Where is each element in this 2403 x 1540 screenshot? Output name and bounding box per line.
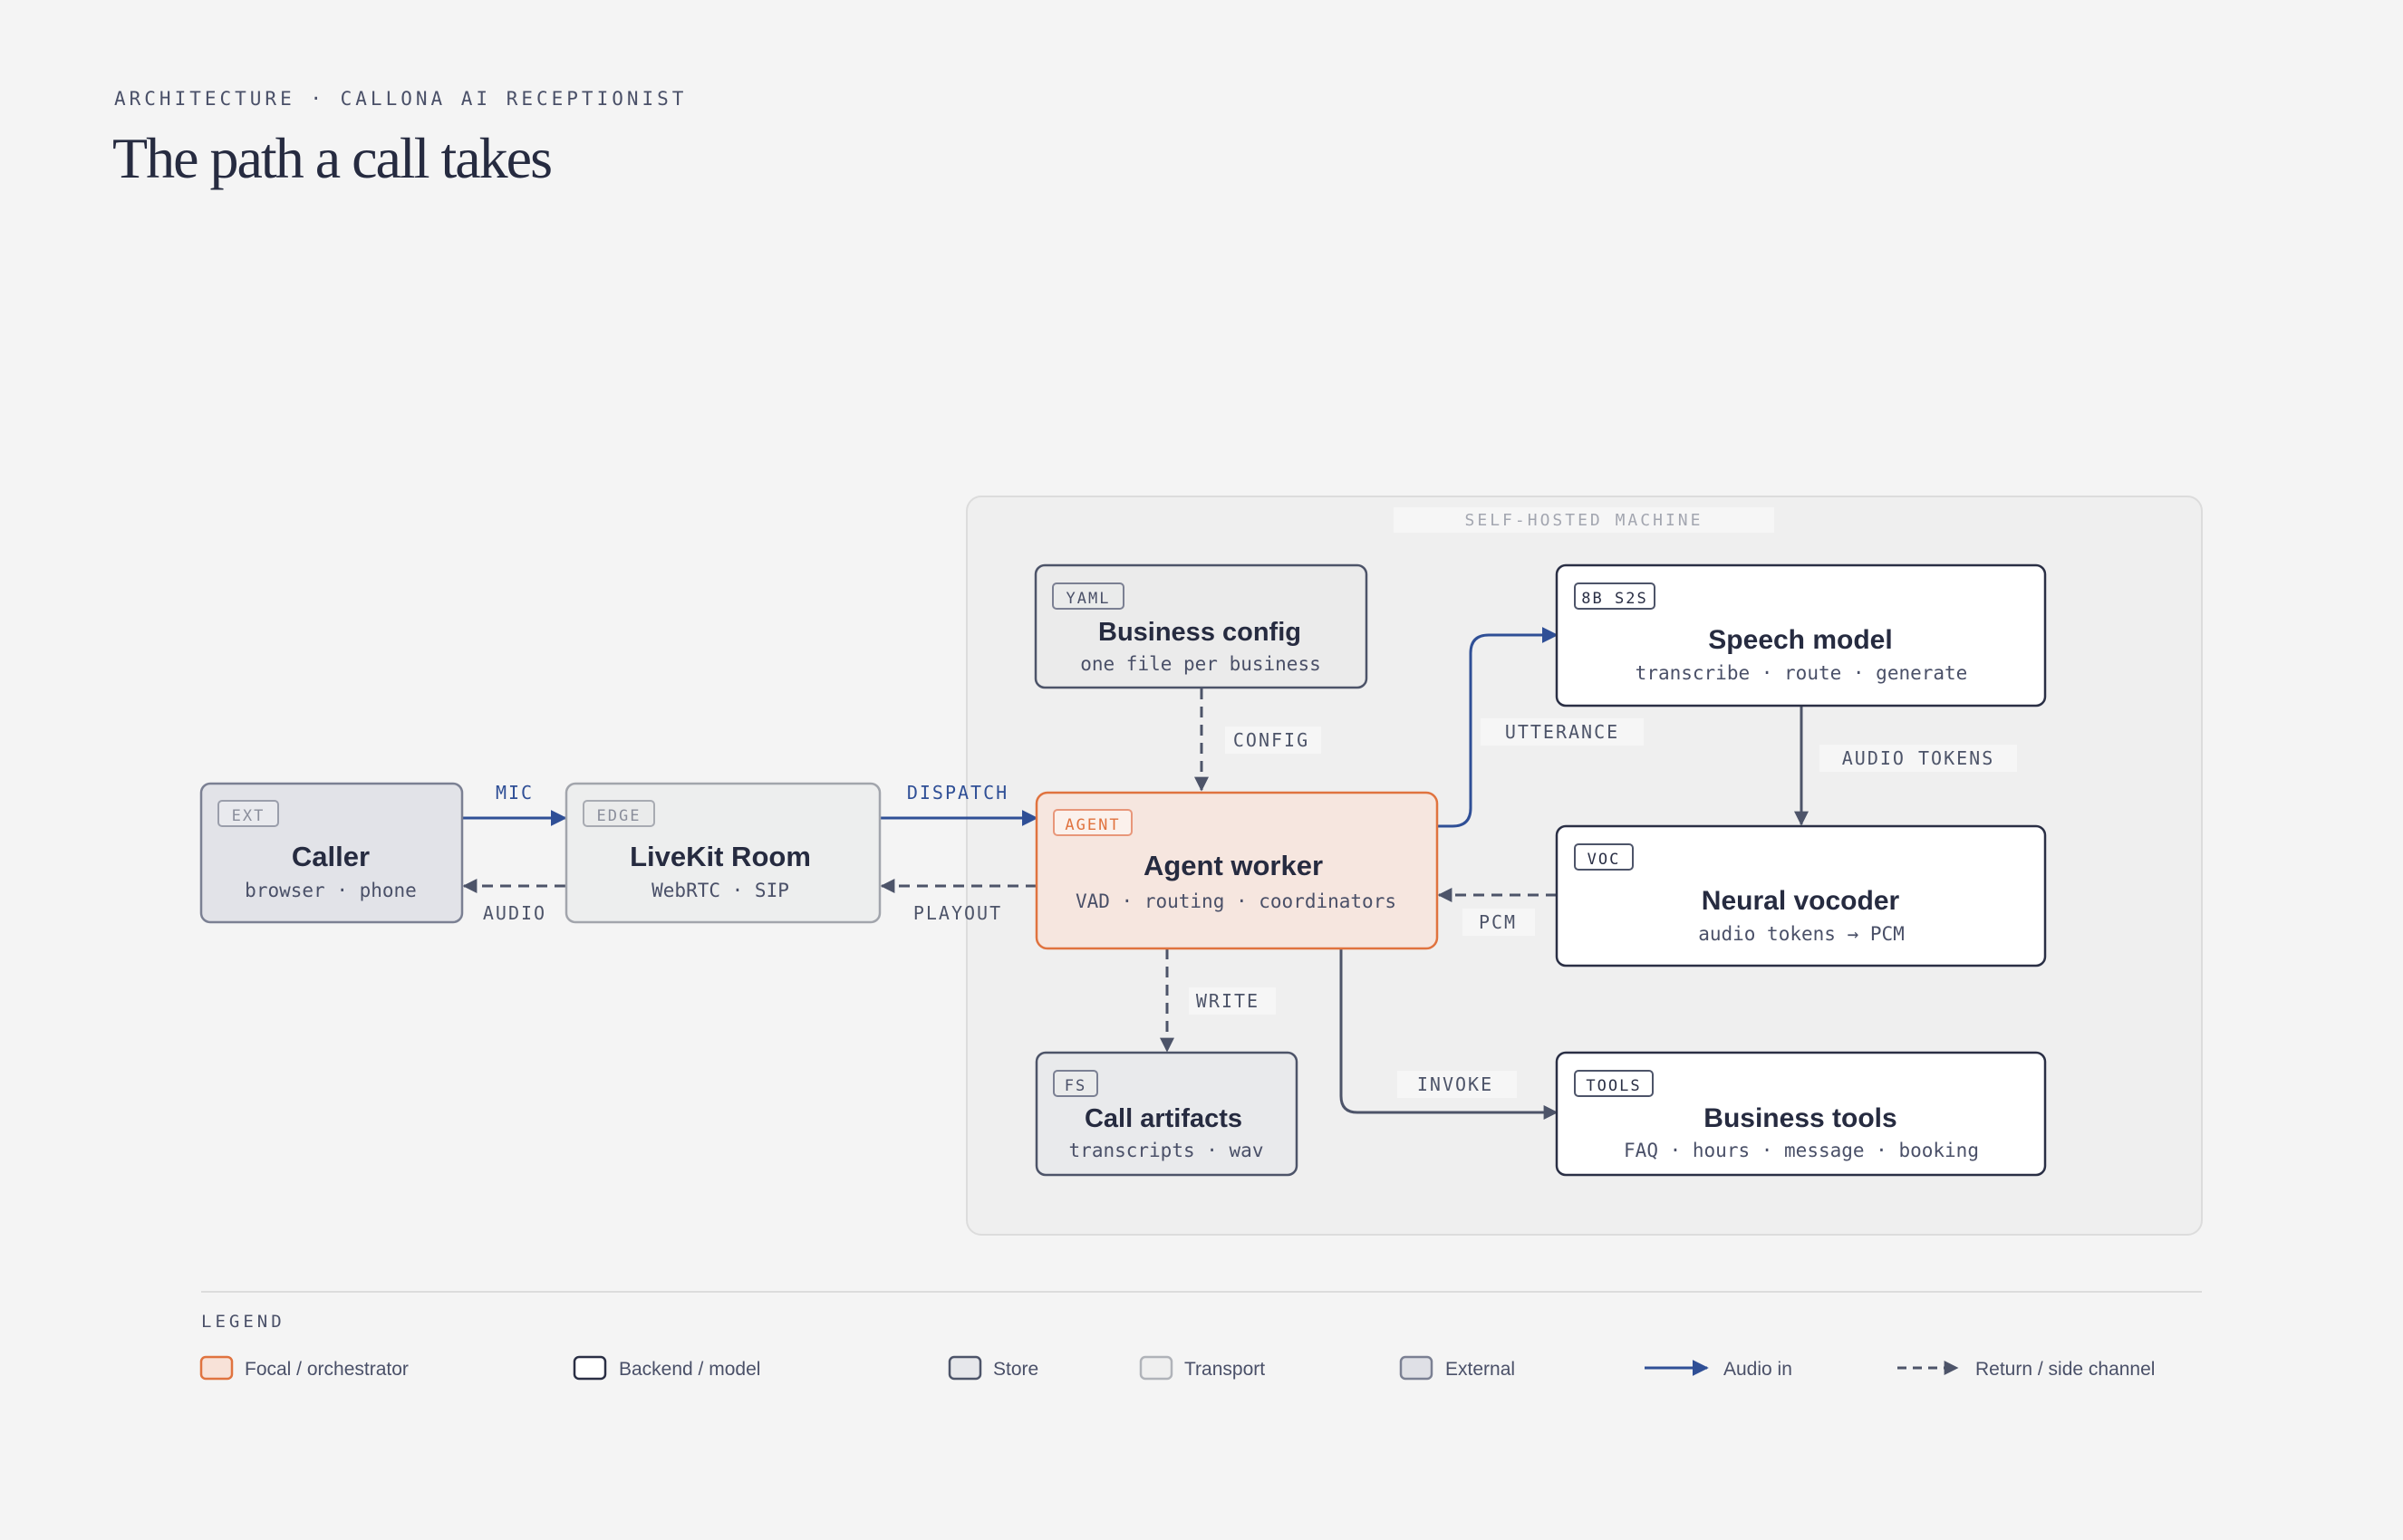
- node-artifacts-title: Call artifacts: [1085, 1104, 1242, 1133]
- node-agent-tag: AGENT: [1065, 816, 1120, 834]
- edge-label-audio-tokens: AUDIO TOKENS: [1842, 747, 1995, 769]
- node-caller-title: Caller: [292, 841, 370, 872]
- edge-label-invoke: INVOKE: [1417, 1073, 1493, 1095]
- node-vocoder-tag: VOC: [1588, 851, 1621, 869]
- node-vocoder-title: Neural vocoder: [1702, 886, 1900, 916]
- node-caller[interactable]: EXT Caller browser · phone: [199, 782, 464, 924]
- node-speech-model[interactable]: 8B S2S Speech model transcribe · route ·…: [1555, 563, 2047, 707]
- legend-label-external: External: [1445, 1359, 1515, 1380]
- legend-item-external: External: [1399, 1355, 1515, 1381]
- node-business-tools[interactable]: TOOLS Business tools FAQ · hours · messa…: [1555, 1051, 2047, 1177]
- legend-swatch-focal: [199, 1355, 234, 1381]
- edge-label-config: CONFIG: [1233, 729, 1309, 751]
- node-agent-worker[interactable]: AGENT Agent worker VAD · routing · coord…: [1035, 791, 1439, 950]
- legend-label-transport: Transport: [1184, 1359, 1265, 1380]
- node-vocoder-subtitle: audio tokens → PCM: [1698, 923, 1905, 945]
- legend-title: LEGEND: [201, 1312, 285, 1332]
- architecture-diagram: ARCHITECTURE · CALLONA AI RECEPTIONIST T…: [112, 88, 2203, 1381]
- page-title: The path a call takes: [112, 126, 551, 190]
- edge-label-write: WRITE: [1196, 990, 1259, 1012]
- node-artifacts-tag: FS: [1065, 1077, 1086, 1095]
- edge-label-mic: MIC: [496, 782, 534, 804]
- node-call-artifacts[interactable]: FS Call artifacts transcripts · wav: [1035, 1051, 1298, 1177]
- group-label: SELF-HOSTED MACHINE: [1465, 511, 1703, 530]
- node-caller-tag: EXT: [232, 807, 265, 825]
- node-livekit[interactable]: EDGE LiveKit Room WebRTC · SIP: [565, 782, 882, 924]
- legend-swatch-external: [1399, 1355, 1433, 1381]
- legend-item-store: Store: [948, 1355, 1038, 1381]
- legend-item-audio-in: Audio in: [1645, 1359, 1792, 1380]
- node-config-title: Business config: [1098, 618, 1301, 647]
- legend-label-focal: Focal / orchestrator: [245, 1359, 409, 1380]
- node-tools-title: Business tools: [1703, 1103, 1896, 1133]
- legend-swatch-store: [948, 1355, 982, 1381]
- node-config-tag: YAML: [1066, 590, 1111, 608]
- edge-label-dispatch: DISPATCH: [907, 782, 1008, 804]
- node-config-subtitle: one file per business: [1080, 653, 1321, 675]
- edge-label-audio: AUDIO: [483, 902, 546, 924]
- edge-label-utterance: UTTERANCE: [1505, 721, 1619, 743]
- legend-label-backend: Backend / model: [619, 1359, 760, 1380]
- node-livekit-tag: EDGE: [597, 807, 642, 825]
- node-tools-tag: TOOLS: [1586, 1077, 1641, 1095]
- node-tools-subtitle: FAQ · hours · message · booking: [1624, 1140, 1979, 1161]
- node-business-config[interactable]: YAML Business config one file per busine…: [1034, 563, 1368, 689]
- legend-label-audio-in: Audio in: [1723, 1359, 1792, 1380]
- eyebrow: ARCHITECTURE · CALLONA AI RECEPTIONIST: [114, 88, 687, 110]
- node-agent-subtitle: VAD · routing · coordinators: [1076, 890, 1396, 912]
- node-agent-title: Agent worker: [1144, 850, 1323, 881]
- node-speech-subtitle: transcribe · route · generate: [1636, 662, 1968, 684]
- edge-label-playout: PLAYOUT: [913, 902, 1002, 924]
- node-neural-vocoder[interactable]: VOC Neural vocoder audio tokens → PCM: [1555, 824, 2047, 967]
- legend-item-transport: Transport: [1139, 1355, 1265, 1381]
- node-livekit-title: LiveKit Room: [630, 841, 811, 872]
- legend-swatch-transport: [1139, 1355, 1173, 1381]
- node-caller-subtitle: browser · phone: [245, 880, 417, 901]
- legend-label-store: Store: [993, 1359, 1038, 1380]
- legend-item-focal: Focal / orchestrator: [199, 1355, 409, 1381]
- legend-swatch-backend: [573, 1355, 607, 1381]
- edge-label-pcm: PCM: [1479, 911, 1517, 933]
- legend-label-return: Return / side channel: [1975, 1359, 2155, 1380]
- node-artifacts-subtitle: transcripts · wav: [1069, 1140, 1264, 1161]
- node-speech-title: Speech model: [1708, 625, 1892, 655]
- node-speech-tag: 8B S2S: [1581, 590, 1647, 608]
- legend-item-backend: Backend / model: [573, 1355, 760, 1381]
- legend-item-return: Return / side channel: [1897, 1359, 2155, 1380]
- node-livekit-subtitle: WebRTC · SIP: [651, 880, 789, 901]
